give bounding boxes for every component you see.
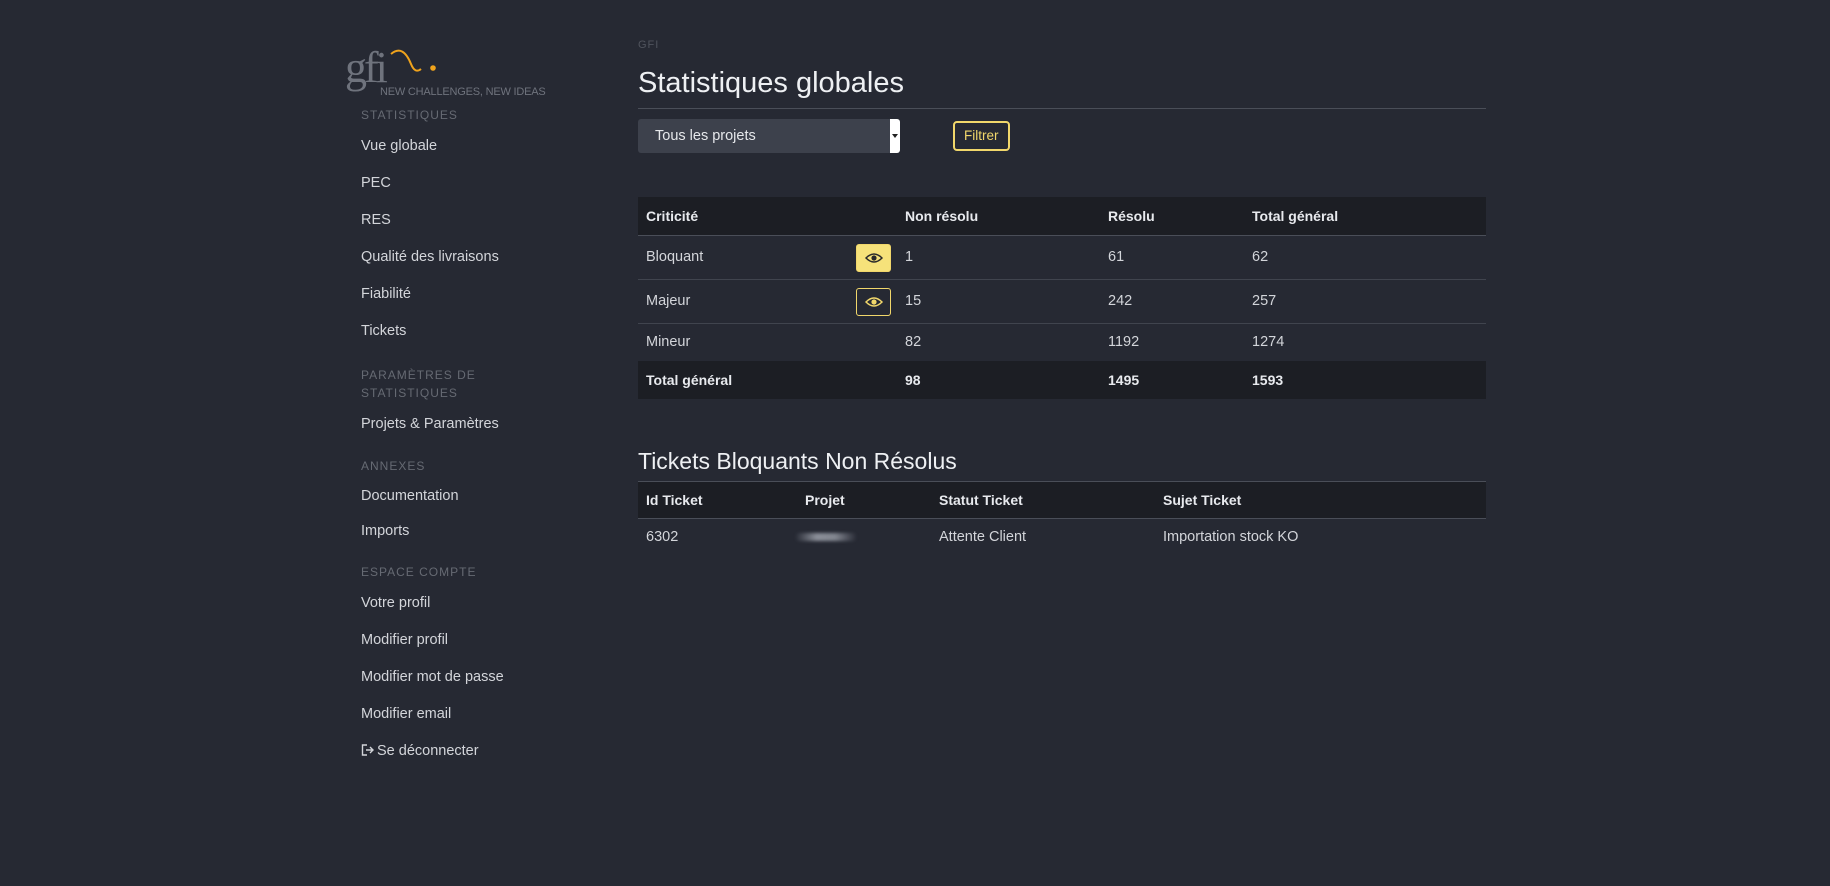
view-majeur-button[interactable] <box>856 287 891 316</box>
nav-item-projets-parametres[interactable]: Projets & Paramètres <box>361 406 585 443</box>
ticket-project-cell <box>795 518 931 556</box>
nav-item-res[interactable]: RES <box>361 202 585 239</box>
nav-item-vue-globale[interactable]: Vue globale <box>361 128 585 165</box>
view-bloquant-button[interactable] <box>856 243 891 272</box>
resolu-cell: 1192 <box>1108 334 1140 351</box>
tickets-header-row: Id Ticket Projet Statut Ticket Sujet Tic… <box>638 482 1486 519</box>
criticite-cell: Majeur <box>638 279 897 324</box>
logo-text: gfi <box>345 43 388 92</box>
nav-item-pec[interactable]: PEC <box>361 165 585 202</box>
total-resolu: 1495 <box>1100 361 1244 399</box>
caret-down-icon <box>892 134 898 138</box>
total-cell: 257 <box>1244 279 1486 324</box>
nav-item-modifier-email[interactable]: Modifier email <box>361 696 585 733</box>
non-resolu-cell: 82 <box>905 334 922 351</box>
col-criticite: Criticité <box>638 197 897 236</box>
non-resolu-cell: 1 <box>897 235 1100 280</box>
nav-item-qualite-livraisons[interactable]: Qualité des livraisons <box>361 239 585 276</box>
criticite-cell: Bloquant <box>638 235 897 280</box>
total-row: Total général 98 1495 1593 <box>638 361 1486 399</box>
col-id-ticket: Id Ticket <box>638 482 797 519</box>
eye-icon <box>864 296 883 307</box>
breadcrumb: GFI <box>638 39 660 51</box>
col-projet: Projet <box>797 482 931 519</box>
logout-icon <box>361 744 374 756</box>
gfi-logo[interactable]: gfi NEW CHALLENGES, NEW IDEAS <box>345 38 546 100</box>
table-row: Mineur 82 1192 1274 <box>638 323 1486 361</box>
criticite-cell: Mineur <box>646 334 691 351</box>
criticite-label: Majeur <box>646 293 691 309</box>
title-divider <box>638 108 1486 109</box>
nav-heading-annexes: ANNEXES <box>361 459 426 473</box>
non-resolu-cell: 15 <box>897 279 1100 324</box>
resolu-cell: 61 <box>1100 235 1244 280</box>
table-row: Bloquant 1 61 62 <box>638 235 1486 280</box>
nav-item-imports[interactable]: Imports <box>361 514 585 549</box>
nav-heading-espace-compte: ESPACE COMPTE <box>361 565 477 579</box>
stats-table: Criticité Non résolu Résolu Total généra… <box>638 197 1486 399</box>
col-resolu: Résolu <box>1100 197 1244 236</box>
table-row: Majeur 15 242 257 <box>638 279 1486 324</box>
total-non-resolu: 98 <box>897 361 1100 399</box>
nav-item-se-deconnecter[interactable]: Se déconnecter <box>361 733 585 770</box>
ticket-id-cell: 6302 <box>646 529 679 546</box>
nav-item-modifier-profil[interactable]: Modifier profil <box>361 622 585 659</box>
nav-heading-parametres: PARAMÈTRES DE STATISTIQUES <box>361 368 476 400</box>
nav-item-votre-profil[interactable]: Votre profil <box>361 585 585 622</box>
nav-item-documentation[interactable]: Documentation <box>361 479 585 514</box>
col-statut-ticket: Statut Ticket <box>931 482 1155 519</box>
redacted-project <box>795 533 857 542</box>
sidebar: gfi NEW CHALLENGES, NEW IDEAS STATISTIQU… <box>345 38 585 770</box>
logout-label: Se déconnecter <box>377 743 479 759</box>
ticket-subject-cell: Importation stock KO <box>1163 529 1299 546</box>
logo-tagline: NEW CHALLENGES, NEW IDEAS <box>380 86 546 98</box>
col-total-general: Total général <box>1244 197 1486 236</box>
nav-heading-statistiques: STATISTIQUES <box>361 108 458 122</box>
total-total: 1593 <box>1244 361 1486 399</box>
total-cell: 62 <box>1244 235 1486 280</box>
nav-item-fiabilite[interactable]: Fiabilité <box>361 276 585 313</box>
nav-item-modifier-mot-de-passe[interactable]: Modifier mot de passe <box>361 659 585 696</box>
criticite-label: Bloquant <box>646 249 704 265</box>
total-label: Total général <box>638 361 897 399</box>
filter-row: Tous les projets Filtrer <box>638 119 1486 153</box>
stats-header-row: Criticité Non résolu Résolu Total généra… <box>638 197 1486 236</box>
project-select[interactable]: Tous les projets <box>638 119 900 153</box>
resolu-cell: 242 <box>1100 279 1244 324</box>
main-content: GFI Statistiques globales Tous les proje… <box>638 38 1486 556</box>
project-select-value: Tous les projets <box>655 128 756 144</box>
total-cell: 1274 <box>1252 334 1285 351</box>
page-title: Statistiques globales <box>638 67 904 99</box>
table-row[interactable]: 6302 Attente Client Importation stock KO <box>638 518 1486 556</box>
col-sujet-ticket: Sujet Ticket <box>1155 482 1486 519</box>
tickets-section-title: Tickets Bloquants Non Résolus <box>638 448 957 474</box>
filter-button[interactable]: Filtrer <box>953 121 1010 151</box>
nav-section-statistiques: STATISTIQUES Vue globale PEC RES Qualité… <box>345 106 585 770</box>
col-non-resolu: Non résolu <box>897 197 1100 236</box>
eye-icon <box>864 252 883 263</box>
tickets-table: Id Ticket Projet Statut Ticket Sujet Tic… <box>638 482 1486 556</box>
select-arrow[interactable] <box>890 119 900 153</box>
ticket-status-cell: Attente Client <box>939 529 1027 546</box>
nav-item-tickets[interactable]: Tickets <box>361 313 585 350</box>
